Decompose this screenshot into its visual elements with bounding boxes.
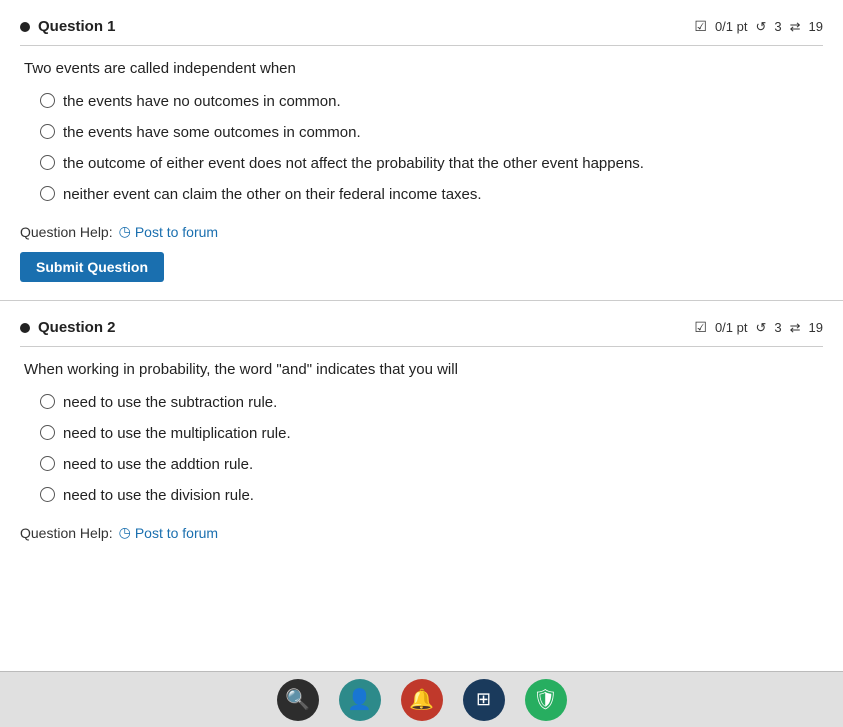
check-icon: ☑ — [694, 18, 707, 35]
q2-option-4-text: need to use the division rule. — [63, 485, 254, 506]
taskbar-search-icon[interactable]: 🔍 — [277, 679, 319, 721]
q2-option-3-text: need to use the addtion rule. — [63, 454, 253, 475]
question-1-block: Question 1 ☑ 0/1 pt ↺ 3 ⇄ 19 Two events … — [0, 0, 843, 301]
question-1-options: the events have no outcomes in common. t… — [20, 91, 823, 205]
question-2-title: Question 2 — [20, 319, 116, 336]
forum-icon-1: ◷ — [119, 223, 131, 240]
question-1-prompt: Two events are called independent when — [20, 60, 823, 77]
retry-icon: ↺ — [755, 19, 766, 35]
list-item[interactable]: need to use the subtraction rule. — [40, 392, 823, 413]
post-to-forum-text-1: Post to forum — [135, 224, 218, 240]
retry-icon-2: ↺ — [755, 320, 766, 336]
forum-icon-2: ◷ — [119, 524, 131, 541]
radio-option-4[interactable] — [40, 186, 55, 201]
q2-option-2-text: need to use the multiplication rule. — [63, 423, 291, 444]
question-1-header: Question 1 ☑ 0/1 pt ↺ 3 ⇄ 19 — [20, 10, 823, 46]
question-2-meta: ☑ 0/1 pt ↺ 3 ⇄ 19 — [694, 319, 823, 336]
option-4-text: neither event can claim the other on the… — [63, 184, 482, 205]
reload-icon: ⇄ — [790, 19, 801, 35]
question-1-help-label: Question Help: — [20, 224, 113, 240]
question-1-meta: ☑ 0/1 pt ↺ 3 ⇄ 19 — [694, 18, 823, 35]
question-2-options: need to use the subtraction rule. need t… — [20, 392, 823, 506]
question-1-retries: 3 — [774, 19, 781, 34]
question-2-help: Question Help: ◷ Post to forum — [20, 524, 823, 541]
question-2-help-label: Question Help: — [20, 525, 113, 541]
radio-option-3[interactable] — [40, 155, 55, 170]
radio-option-1[interactable] — [40, 93, 55, 108]
taskbar-grid-icon[interactable]: ⊞ — [463, 679, 505, 721]
list-item[interactable]: neither event can claim the other on the… — [40, 184, 823, 205]
radio-q2-option-1[interactable] — [40, 394, 55, 409]
taskbar: 🔍 👤 🔔 ⊞ 🛡 — [0, 671, 843, 727]
question-2-header: Question 2 ☑ 0/1 pt ↺ 3 ⇄ 19 — [20, 311, 823, 347]
post-to-forum-link-2[interactable]: ◷ Post to forum — [119, 524, 218, 541]
question-2-label: Question 2 — [38, 319, 116, 336]
question-2-dot — [20, 323, 30, 333]
question-1-submissions: 19 — [809, 19, 823, 34]
question-2-retries: 3 — [774, 320, 781, 335]
question-1-help: Question Help: ◷ Post to forum — [20, 223, 823, 240]
question-2-block: Question 2 ☑ 0/1 pt ↺ 3 ⇄ 19 When workin… — [0, 301, 843, 613]
option-1-text: the events have no outcomes in common. — [63, 91, 341, 112]
post-to-forum-text-2: Post to forum — [135, 525, 218, 541]
question-2-submissions: 19 — [809, 320, 823, 335]
question-1-score: 0/1 pt — [715, 19, 748, 34]
taskbar-person-icon[interactable]: 👤 — [339, 679, 381, 721]
radio-option-2[interactable] — [40, 124, 55, 139]
question-1-title: Question 1 — [20, 18, 116, 35]
check-icon-2: ☑ — [694, 319, 707, 336]
taskbar-shield-icon[interactable]: 🛡 — [525, 679, 567, 721]
submit-question-button[interactable]: Submit Question — [20, 252, 164, 282]
list-item[interactable]: need to use the division rule. — [40, 485, 823, 506]
question-2-prompt: When working in probability, the word "a… — [20, 361, 823, 378]
list-item[interactable]: need to use the addtion rule. — [40, 454, 823, 475]
post-to-forum-link-1[interactable]: ◷ Post to forum — [119, 223, 218, 240]
list-item[interactable]: the events have some outcomes in common. — [40, 122, 823, 143]
question-1-dot — [20, 22, 30, 32]
radio-q2-option-3[interactable] — [40, 456, 55, 471]
radio-q2-option-4[interactable] — [40, 487, 55, 502]
reload-icon-2: ⇄ — [790, 320, 801, 336]
list-item[interactable]: the events have no outcomes in common. — [40, 91, 823, 112]
page-container: Question 1 ☑ 0/1 pt ↺ 3 ⇄ 19 Two events … — [0, 0, 843, 613]
question-1-label: Question 1 — [38, 18, 116, 35]
option-3-text: the outcome of either event does not aff… — [63, 153, 644, 174]
option-2-text: the events have some outcomes in common. — [63, 122, 361, 143]
question-2-score: 0/1 pt — [715, 320, 748, 335]
list-item[interactable]: need to use the multiplication rule. — [40, 423, 823, 444]
list-item[interactable]: the outcome of either event does not aff… — [40, 153, 823, 174]
radio-q2-option-2[interactable] — [40, 425, 55, 440]
q2-option-1-text: need to use the subtraction rule. — [63, 392, 277, 413]
taskbar-bell-icon[interactable]: 🔔 — [401, 679, 443, 721]
